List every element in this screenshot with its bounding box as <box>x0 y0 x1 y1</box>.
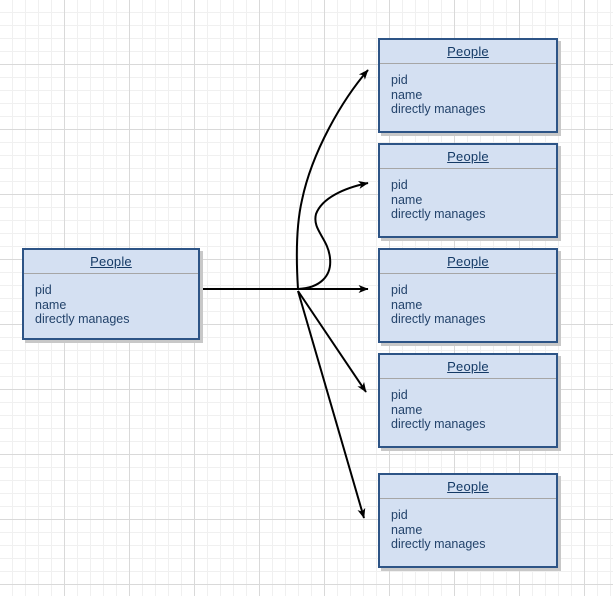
attribute-row: directly manages <box>391 312 486 327</box>
attribute-row: name <box>391 522 423 537</box>
attribute-row: pid <box>391 388 408 402</box>
class-title: People <box>24 250 198 274</box>
class-attributes: pid name directly manages <box>380 64 556 131</box>
attribute-row: directly manages <box>391 417 486 432</box>
attribute-row: pid <box>35 283 52 297</box>
class-attributes: pid name directly manages <box>380 274 556 341</box>
uml-class-target-4[interactable]: People pid name directly manages <box>378 353 558 448</box>
attribute-row: pid <box>391 73 408 87</box>
attribute-row: directly manages <box>391 537 486 552</box>
uml-class-target-5[interactable]: People pid name directly manages <box>378 473 558 568</box>
class-title: People <box>380 475 556 499</box>
class-title: People <box>380 40 556 64</box>
attribute-row: name <box>391 402 423 417</box>
uml-class-target-2[interactable]: People pid name directly manages <box>378 143 558 238</box>
attribute-row: directly manages <box>391 102 486 117</box>
attribute-row: directly manages <box>35 312 130 327</box>
diagram-canvas: People pid name directly manages People … <box>0 0 613 596</box>
class-title: People <box>380 355 556 379</box>
attribute-row: name <box>391 297 423 312</box>
class-title: People <box>380 250 556 274</box>
uml-class-target-1[interactable]: People pid name directly manages <box>378 38 558 133</box>
edge-to-target-2 <box>297 181 369 290</box>
attribute-row: pid <box>391 508 408 522</box>
class-attributes: pid name directly manages <box>380 499 556 566</box>
edge-to-target-1 <box>295 69 369 290</box>
attribute-row: name <box>391 87 423 102</box>
uml-class-target-3[interactable]: People pid name directly manages <box>378 248 558 343</box>
class-attributes: pid name directly manages <box>380 169 556 236</box>
uml-class-source[interactable]: People pid name directly manages <box>22 248 200 340</box>
attribute-row: name <box>391 192 423 207</box>
attribute-row: directly manages <box>391 207 486 222</box>
attribute-row: pid <box>391 178 408 192</box>
edge-to-target-5 <box>297 290 366 519</box>
class-attributes: pid name directly manages <box>380 379 556 446</box>
attribute-row: pid <box>391 283 408 297</box>
edge-to-target-4 <box>297 290 367 393</box>
class-attributes: pid name directly manages <box>24 274 198 338</box>
attribute-row: name <box>35 297 67 312</box>
class-title: People <box>380 145 556 169</box>
